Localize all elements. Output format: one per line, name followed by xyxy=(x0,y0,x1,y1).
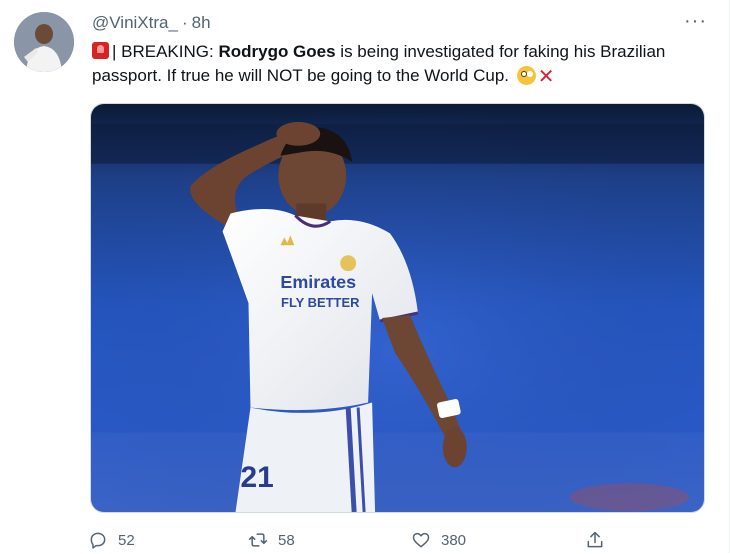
more-options-button[interactable]: ··· xyxy=(684,10,707,32)
cross-mark-icon: ✕ xyxy=(537,66,555,88)
like-count: 380 xyxy=(441,531,467,549)
heart-icon xyxy=(412,532,430,548)
retweet-icon xyxy=(248,533,268,547)
retweet-button[interactable]: 58 xyxy=(248,530,295,550)
media-photo: Emirates FLY BETTER 21 xyxy=(91,104,704,512)
tweet-text-bold: Rodrygo Goes xyxy=(218,42,336,61)
siren-icon xyxy=(92,42,109,59)
tweet-text-part1: | BREAKING: xyxy=(112,42,219,61)
tweet-text: | BREAKING: Rodrygo Goes is being invest… xyxy=(92,40,712,89)
reply-icon xyxy=(90,532,106,549)
shorts-number: 21 xyxy=(241,461,274,494)
like-button[interactable]: 380 xyxy=(411,530,466,550)
jersey-sponsor-line2: FLY BETTER xyxy=(281,295,360,310)
reply-button[interactable]: 52 xyxy=(88,530,135,550)
share-button[interactable] xyxy=(585,530,605,550)
user-handle[interactable]: @ViniXtra_ xyxy=(92,12,178,34)
header-separator: · xyxy=(181,13,188,32)
tweet-header: @ViniXtra_ · 8h xyxy=(92,12,211,34)
tweet-media[interactable]: Emirates FLY BETTER 21 xyxy=(90,103,705,513)
tweet[interactable]: @ViniXtra_ · 8h ··· | BREAKING: Rodrygo … xyxy=(0,0,730,553)
tweet-actions: 52 58 380 xyxy=(88,530,708,554)
tweet-time[interactable]: 8h xyxy=(192,12,211,34)
avatar-image xyxy=(14,12,74,72)
flushed-face-icon xyxy=(516,66,536,85)
jersey-sponsor-line1: Emirates xyxy=(280,272,356,292)
avatar[interactable] xyxy=(14,12,74,72)
share-icon xyxy=(587,531,603,548)
retweet-count: 58 xyxy=(278,531,295,549)
reply-count: 52 xyxy=(118,531,135,549)
